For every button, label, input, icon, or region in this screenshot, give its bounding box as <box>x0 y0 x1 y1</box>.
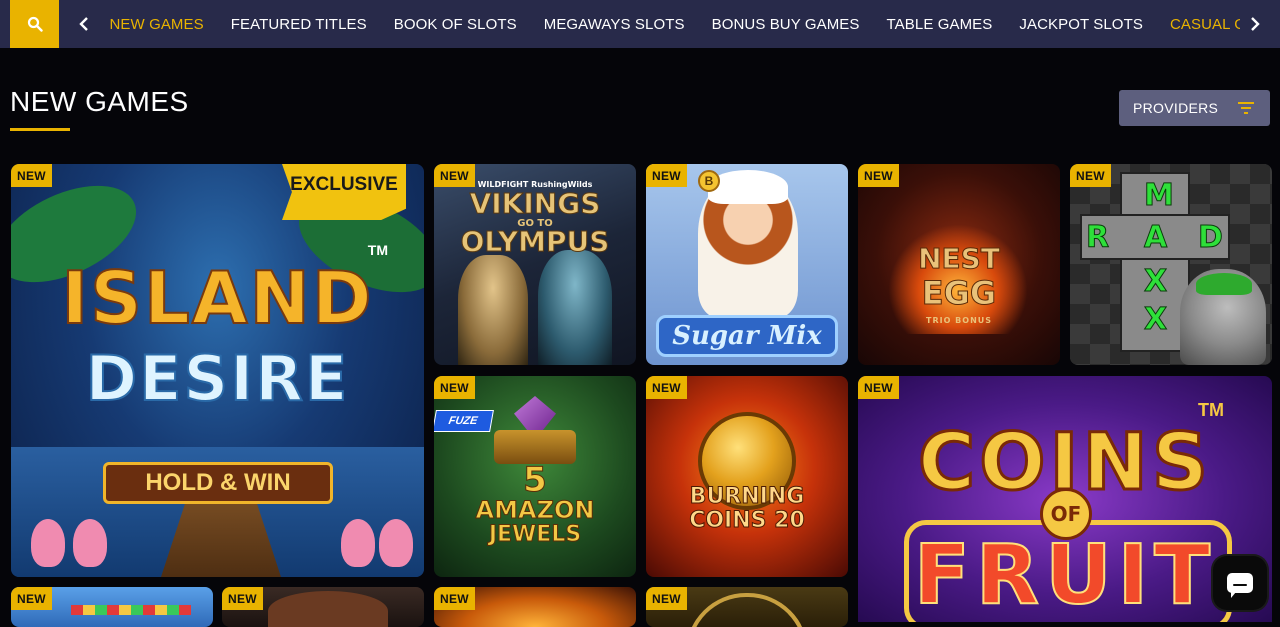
fuze-badge: FUZE <box>434 410 494 432</box>
new-badge: NEW <box>858 164 899 187</box>
game-tile-island-desire[interactable]: NEW EXCLUSIVE TM ISLAND DESIRE HOLD & WI… <box>11 164 424 577</box>
filter-icon <box>1238 102 1254 114</box>
new-badge: NEW <box>434 587 475 610</box>
game-tile-partial[interactable]: NEW <box>11 587 213 627</box>
game-title-line: 5 <box>523 460 548 501</box>
game-logo: Sugar Mix <box>656 315 838 357</box>
flamingo-graphic <box>379 519 413 567</box>
tab-casual-games[interactable]: CASUAL GAMES <box>1156 16 1240 33</box>
coin-icon: B <box>698 170 720 192</box>
new-badge: NEW <box>434 376 475 399</box>
exclusive-banner: EXCLUSIVE <box>282 164 406 220</box>
game-tile-partial[interactable]: NEW <box>646 587 848 627</box>
providers-button[interactable]: PROVIDERS <box>1119 90 1270 126</box>
category-nav: NEW GAMES FEATURED TITLES BOOK OF SLOTS … <box>0 0 1280 48</box>
new-badge: NEW <box>858 376 899 399</box>
chevron-right-icon <box>1251 17 1260 31</box>
game-title-line: VIKINGS <box>469 187 601 220</box>
search-icon <box>27 16 43 32</box>
new-badge: NEW <box>646 376 687 399</box>
tab-megaways-slots[interactable]: MEGAWAYS SLOTS <box>530 16 698 33</box>
game-title-line: DESIRE <box>85 341 350 416</box>
game-title-line: AMAZON <box>475 496 595 525</box>
game-tile-sugar-mix[interactable]: B NEW Sugar Mix <box>646 164 848 365</box>
game-tile-burning-coins-20[interactable]: NEW BURNING COINS 20 <box>646 376 848 577</box>
game-title-line: EGG <box>921 274 997 313</box>
new-badge: NEW <box>11 587 52 610</box>
flamingo-graphic <box>341 519 375 567</box>
viking-figure <box>538 250 612 365</box>
chat-icon <box>1227 573 1253 598</box>
page-title: NEW GAMES <box>10 86 189 117</box>
new-badge: NEW <box>434 164 475 187</box>
game-tile-partial[interactable]: NEW <box>434 587 636 627</box>
game-title-line: NEST <box>918 242 1001 276</box>
chef-hat-graphic <box>708 170 788 204</box>
title-underline <box>10 128 70 131</box>
flamingo-graphic <box>73 519 107 567</box>
logo-letter: X <box>1143 302 1168 338</box>
new-badge: NEW <box>222 587 263 610</box>
zeus-figure <box>458 255 528 365</box>
cap-graphic <box>1196 273 1252 295</box>
tab-bonus-buy-games[interactable]: BONUS BUY GAMES <box>698 16 873 33</box>
logo-letter: X <box>1143 264 1168 300</box>
providers-label: PROVIDERS <box>1133 100 1219 116</box>
game-tile-5-amazon-jewels[interactable]: NEW FUZE 5 AMAZON JEWELS <box>434 376 636 577</box>
game-title-line: BURNING <box>689 484 805 510</box>
tab-new-games[interactable]: NEW GAMES <box>96 16 217 33</box>
game-tile-coins-of-fruit[interactable]: NEW TM COINS OF FRUIT <box>858 376 1272 622</box>
nav-track: NEW GAMES FEATURED TITLES BOOK OF SLOTS … <box>96 0 1241 48</box>
nav-prev-button[interactable] <box>74 12 94 36</box>
game-tile-nest-egg[interactable]: NEW NEST EGG TRIO BONUS <box>858 164 1060 365</box>
logo-letter: M <box>1144 178 1175 214</box>
tab-jackpot-slots[interactable]: JACKPOT SLOTS <box>1006 16 1157 33</box>
game-tile-vikings-go-to-olympus[interactable]: NEW WILDFIGHT RushingWilds VIKINGS GO TO… <box>434 164 636 365</box>
logo-letter: D <box>1198 220 1224 256</box>
new-badge: NEW <box>646 587 687 610</box>
new-badge: NEW <box>1070 164 1111 187</box>
logo-letter: R <box>1085 220 1110 256</box>
game-title-line: FRUIT <box>913 527 1217 622</box>
flamingo-graphic <box>31 519 65 567</box>
new-badge: NEW <box>11 164 52 187</box>
game-tile-rad-maxx[interactable]: M R A D X X NEW <box>1070 164 1272 365</box>
game-tag: HOLD & WIN <box>103 462 333 504</box>
search-button[interactable] <box>10 0 59 48</box>
game-tile-partial[interactable]: NEW <box>222 587 424 627</box>
new-badge: NEW <box>646 164 687 187</box>
game-title-line: ISLAND <box>60 255 374 341</box>
tab-featured-titles[interactable]: FEATURED TITLES <box>217 16 380 33</box>
game-title-line: COINS 20 <box>689 508 806 534</box>
tab-book-of-slots[interactable]: BOOK OF SLOTS <box>380 16 530 33</box>
chest-graphic <box>494 430 576 464</box>
bunting-graphic <box>71 605 191 615</box>
tab-table-games[interactable]: TABLE GAMES <box>873 16 1006 33</box>
game-title-line: OLYMPUS <box>460 225 610 258</box>
logo-letter: A <box>1143 220 1168 256</box>
chat-button[interactable] <box>1213 556 1267 610</box>
game-subtitle: TRIO BONUS <box>925 316 993 325</box>
game-title-of-medallion: OF <box>1040 488 1092 540</box>
game-title-line: JEWELS <box>488 522 582 548</box>
nav-next-button[interactable] <box>1245 12 1265 36</box>
chevron-left-icon <box>79 17 88 31</box>
